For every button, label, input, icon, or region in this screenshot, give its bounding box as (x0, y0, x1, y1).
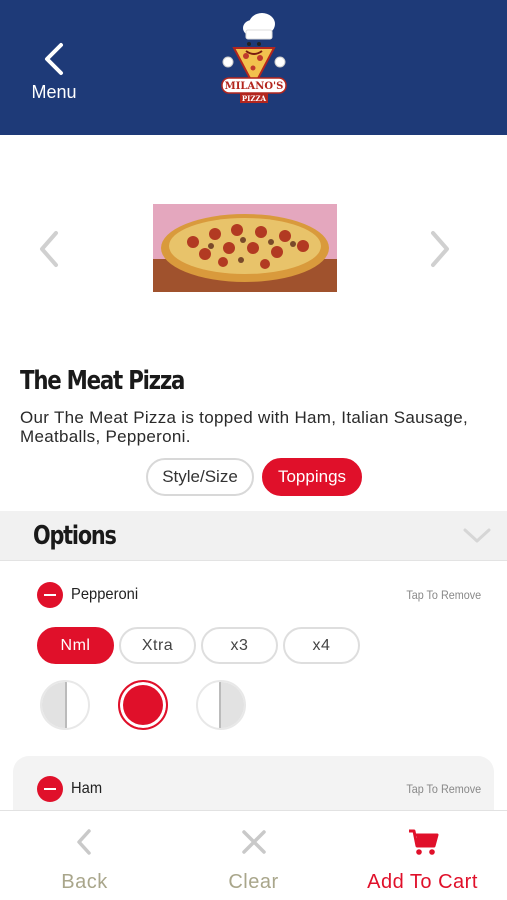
tab-style-size[interactable]: Style/Size (146, 458, 254, 496)
product-tabs: Style/Size Toppings (146, 458, 362, 496)
topping-row-ham: Ham Tap To Remove (0, 756, 507, 816)
milanos-pizza-logo: MILANO'S PIZZA (216, 8, 292, 108)
logo-text-bottom: PIZZA (242, 94, 267, 103)
back-button[interactable]: Back (0, 811, 169, 900)
topping-name: Ham (71, 780, 103, 797)
add-to-cart-label: Add To Cart (367, 871, 478, 893)
clear-label: Clear (228, 871, 279, 893)
topping-portion-selector (40, 680, 246, 730)
pizza-photo (153, 204, 337, 292)
shopping-cart-icon (408, 829, 438, 855)
product-description: Our The Meat Pizza is topped with Ham, I… (20, 408, 469, 446)
clear-button[interactable]: Clear (169, 811, 338, 900)
amount-normal-button[interactable]: Nml (37, 627, 114, 664)
back-to-menu-button[interactable]: Menu (24, 40, 84, 110)
back-to-menu-label: Menu (31, 82, 77, 102)
right-half-portion-icon[interactable] (196, 680, 246, 730)
amount-x3-button[interactable]: x3 (201, 627, 278, 664)
add-to-cart-button[interactable]: Add To Cart (338, 811, 507, 900)
bottom-action-bar: Back Clear Add To Cart (0, 810, 507, 900)
chevron-down-icon (463, 528, 491, 543)
amount-extra-button[interactable]: Xtra (119, 627, 196, 664)
whole-pizza-portion-icon[interactable] (118, 680, 168, 730)
product-image-carousel (0, 135, 507, 360)
chevron-left-icon (40, 231, 58, 267)
product-title: The Meat Pizza (20, 366, 185, 396)
amount-x4-button[interactable]: x4 (283, 627, 360, 664)
remove-topping-button[interactable] (37, 582, 63, 608)
topping-row-pepperoni: Pepperoni Tap To Remove Nml Xtra x3 x4 (0, 562, 507, 752)
carousel-prev-button[interactable] (34, 227, 64, 271)
chevron-left-icon (76, 829, 91, 855)
back-label: Back (61, 871, 108, 893)
topping-name: Pepperoni (71, 586, 139, 603)
tap-to-remove-label[interactable]: Tap To Remove (406, 782, 481, 796)
chevron-right-icon (431, 231, 449, 267)
close-icon (241, 830, 266, 854)
app-header: Menu MILANO'S PIZZA (0, 0, 507, 135)
carousel-next-button[interactable] (425, 227, 455, 271)
left-half-portion-icon[interactable] (40, 680, 90, 730)
tap-to-remove-label[interactable]: Tap To Remove (406, 588, 481, 602)
topping-amount-selector: Nml Xtra x3 x4 (37, 627, 360, 664)
options-section-header[interactable]: Options (0, 511, 507, 561)
chevron-left-icon (45, 43, 63, 75)
options-title: Options (33, 521, 117, 551)
remove-topping-button[interactable] (37, 776, 63, 802)
tab-toppings[interactable]: Toppings (262, 458, 362, 496)
logo-text-top: MILANO'S (225, 81, 284, 92)
